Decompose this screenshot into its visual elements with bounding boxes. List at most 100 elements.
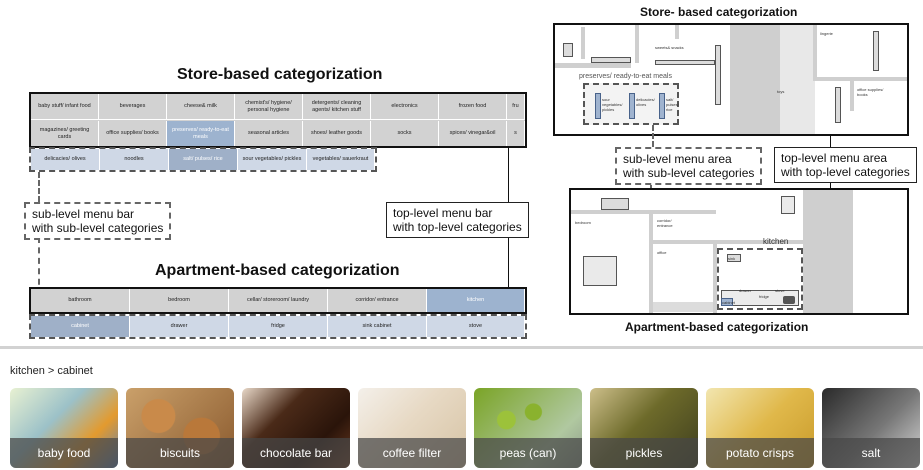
- product-label: potato crisps: [706, 438, 814, 468]
- store-wall: [813, 25, 817, 77]
- store-top-level-menu-bar: baby stuff/ infant food beverages cheese…: [29, 92, 527, 148]
- store-cat-shoes[interactable]: shoes/ leather goods: [303, 121, 371, 146]
- store-cat-magazines[interactable]: magazines/ greeting cards: [31, 121, 99, 146]
- apt-cat-kitchen-selected[interactable]: kitchen: [427, 289, 525, 312]
- store-cat-baby-stuff[interactable]: baby stuff/ infant food: [31, 94, 99, 119]
- store-cat-detergents[interactable]: detergents/ cleaning agents/ kitchen stu…: [303, 94, 371, 119]
- store-cat-beverages[interactable]: beverages: [99, 94, 167, 119]
- apt-cat-bedroom[interactable]: bedroom: [130, 289, 229, 312]
- apt-label-drawer: drawer: [739, 288, 752, 293]
- apartment-furniture: [601, 198, 629, 210]
- apt-cat-cellar[interactable]: cellar/ storeroom/ laundry: [229, 289, 328, 312]
- store-cat-office-supplies[interactable]: office supplies/ books: [99, 121, 167, 146]
- store-shelf: [715, 45, 721, 105]
- product-tile-coffee-filter[interactable]: coffee filter: [358, 388, 466, 468]
- store-cat-chemists[interactable]: chemist's/ hygiene/ personal hygiene: [235, 94, 303, 119]
- right-sub-callout-line2: with sub-level categories: [623, 166, 755, 180]
- store-label-office: office supplies/ books: [857, 87, 884, 97]
- apt-cat-corridor[interactable]: corridor/ entrance: [328, 289, 427, 312]
- store-cat-cheese-milk[interactable]: cheese& milk: [167, 94, 235, 119]
- right-top-level-callout: top-level menu area with top-level categ…: [774, 147, 917, 183]
- store-plan-title: Store- based categorization: [640, 5, 798, 19]
- store-col3-label: salt/ pulses/ rice: [666, 97, 679, 112]
- product-tile-pickles[interactable]: pickles: [590, 388, 698, 468]
- top-level-callout: top-level menu bar with top-level catego…: [386, 202, 529, 238]
- apartment-counter: [653, 302, 713, 312]
- apt-label-office: office: [657, 250, 667, 255]
- store-shelf: [563, 43, 573, 57]
- store-sub-vegetables[interactable]: vegetables/ sauerkraut: [307, 149, 375, 170]
- store-cat-preserves-selected[interactable]: preserves/ ready-to-eat meals: [167, 121, 235, 146]
- top-callout-connector-top: [508, 148, 509, 202]
- product-tile-salt[interactable]: salt: [822, 388, 920, 468]
- breadcrumb[interactable]: kitchen > cabinet: [10, 365, 93, 377]
- store-cat-electronics[interactable]: electronics: [371, 94, 439, 119]
- store-wall: [813, 77, 907, 81]
- store-wall: [635, 25, 639, 63]
- store-shelf-blue: [595, 93, 601, 119]
- store-shelf: [835, 87, 841, 123]
- store-plan-preserves-label: preserves/ ready-to-eat meals: [579, 73, 672, 80]
- product-label: salt: [822, 438, 920, 468]
- store-label-snacks: sweets& snacks: [655, 45, 684, 50]
- right-top-callout-line2: with top-level categories: [781, 165, 910, 179]
- store-shelf-blue: [629, 93, 635, 119]
- right-sub-connector: [652, 125, 654, 147]
- apt-sub-stove[interactable]: stove: [427, 316, 525, 337]
- store-col2-label: delicacies/ olives: [636, 97, 655, 107]
- apt-label-fridge: fridge: [759, 294, 770, 299]
- store-wall: [675, 25, 679, 39]
- store-sub-delicacies[interactable]: delicacies/ olives: [31, 149, 100, 170]
- store-cat-frozen-food[interactable]: frozen food: [439, 94, 507, 119]
- product-label: biscuits: [126, 438, 234, 468]
- apartment-wall: [571, 210, 716, 214]
- apt-sub-cabinet-selected[interactable]: cabinet: [31, 316, 130, 337]
- store-cat-s-cut[interactable]: s: [507, 121, 525, 146]
- apt-sub-drawer[interactable]: drawer: [130, 316, 229, 337]
- store-plan-preserves-area[interactable]: sour vegetables/ pickles delicacies/ oli…: [583, 83, 679, 125]
- store-shelf: [655, 60, 715, 65]
- store-cat-socks[interactable]: socks: [371, 121, 439, 146]
- store-sub-sour-vegetables[interactable]: sour vegetables/ pickles: [238, 149, 307, 170]
- apt-label-sink: sink: [728, 256, 736, 261]
- sub-callout-line1: sub-level menu bar: [32, 207, 135, 221]
- apt-sub-sink-cabinet[interactable]: sink cabinet: [328, 316, 427, 337]
- right-sub-callout-line1: sub-level menu area: [623, 152, 732, 166]
- top-callout-line2: with top-level categories: [393, 220, 522, 234]
- product-tile-baby-food[interactable]: baby food: [10, 388, 118, 468]
- section-divider: [0, 346, 923, 349]
- store-wall: [555, 63, 631, 68]
- apartment-based-title: Apartment-based categorization: [155, 262, 400, 279]
- apartment-floor-plan: bedroom corridor/ entrance office kitche…: [569, 188, 909, 315]
- apartment-top-level-menu-bar: bathroom bedroom cellar/ storeroom/ laun…: [29, 287, 527, 314]
- stove-icon: [783, 296, 795, 304]
- store-cat-seasonal[interactable]: seasonal articles: [235, 121, 303, 146]
- apartment-plan-kitchen-area[interactable]: sink cabinet drawer fridge stove: [717, 248, 803, 310]
- store-cat-fruit-cut[interactable]: fru: [507, 94, 525, 119]
- product-label: chocolate bar: [242, 438, 350, 468]
- product-tile-peas[interactable]: peas (can): [474, 388, 582, 468]
- sub-callout-line2: with sub-level categories: [32, 221, 164, 235]
- top-callout-connector-bottom: [508, 236, 509, 288]
- top-callout-line1: top-level menu bar: [393, 206, 493, 220]
- apartment-bed: [583, 256, 617, 286]
- apt-sub-fridge[interactable]: fridge: [229, 316, 328, 337]
- product-tile-biscuits[interactable]: biscuits: [126, 388, 234, 468]
- store-cat-spices[interactable]: spices/ vinegar&oil: [439, 121, 507, 146]
- apt-cat-bathroom[interactable]: bathroom: [31, 289, 130, 312]
- store-shelf-blue: [659, 93, 665, 119]
- store-shelf: [591, 57, 631, 63]
- store-sub-noodles[interactable]: noodles: [100, 149, 169, 170]
- product-label: coffee filter: [358, 438, 466, 468]
- store-label-top: lingerie: [820, 31, 833, 36]
- product-tile-potato-crisps[interactable]: potato crisps: [706, 388, 814, 468]
- product-label: baby food: [10, 438, 118, 468]
- store-col1-label: sour vegetables/ pickles: [602, 97, 623, 112]
- product-tile-chocolate-bar[interactable]: chocolate bar: [242, 388, 350, 468]
- apartment-sub-level-menu-bar: cabinet drawer fridge sink cabinet stove: [29, 314, 527, 339]
- product-label: pickles: [590, 438, 698, 468]
- store-sub-salt-selected[interactable]: salt/ pulses/ rice: [169, 149, 238, 170]
- store-wall: [581, 27, 585, 59]
- store-label-toys: toys: [777, 89, 785, 94]
- apartment-plan-title: Apartment-based categorization: [625, 320, 809, 334]
